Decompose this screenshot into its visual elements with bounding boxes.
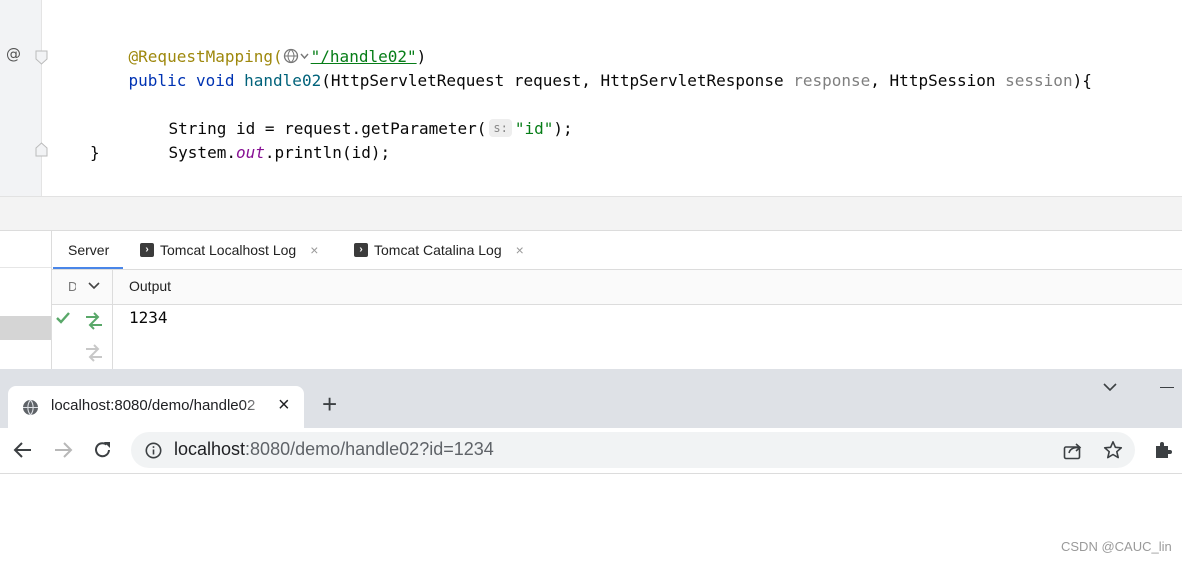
console-icon: › [140, 243, 154, 257]
code-editor[interactable]: @ @RequestMapping("/handle02") public vo… [0, 0, 1182, 196]
tab-label: Server [68, 242, 110, 258]
url-path: :8080/demo/handle02?id=1234 [245, 439, 494, 459]
static-field-out: out [235, 143, 265, 162]
string-literal: "id" [514, 119, 554, 138]
chevron-down-icon[interactable] [87, 281, 101, 291]
share-icon[interactable] [1063, 441, 1083, 460]
bookmark-star-icon[interactable] [1103, 440, 1123, 460]
params-tail: ){ [1072, 71, 1092, 90]
browser-toolbar: localhost:8080/demo/handle02?id=1234 [0, 428, 1182, 474]
close-icon[interactable]: × [310, 231, 318, 269]
new-tab-button[interactable]: + [322, 389, 337, 420]
tree-row-selected[interactable] [0, 316, 51, 340]
url-text: localhost:8080/demo/handle02?id=1234 [174, 439, 494, 460]
minimize-button[interactable] [1160, 387, 1174, 388]
extensions-puzzle-icon[interactable] [1153, 440, 1173, 460]
keyword-public: public [128, 71, 187, 90]
globe-icon [23, 399, 38, 416]
undeploy-icon[interactable] [84, 343, 104, 363]
browser-tab-active[interactable]: localhost:8080/demo/handle02 × [8, 386, 304, 428]
tab-label: Tomcat Catalina Log [374, 242, 502, 258]
output-value: 1234 [129, 308, 168, 327]
address-bar[interactable]: localhost:8080/demo/handle02?id=1234 [131, 432, 1135, 468]
services-tree [0, 231, 52, 371]
site-info-icon[interactable] [145, 442, 162, 459]
browser-window: localhost:8080/demo/handle02 × + localho… [0, 369, 1182, 562]
browser-tab-strip: localhost:8080/demo/handle02 × + [0, 369, 1182, 428]
tab-tomcat-localhost-log[interactable]: › Tomcat Localhost Log × [140, 231, 318, 269]
console-icon: › [354, 243, 368, 257]
params-text-2: , HttpSession [870, 71, 1006, 90]
deploy-icon[interactable] [84, 311, 104, 331]
close-tab-icon[interactable]: × [278, 394, 290, 417]
output-column-header: Output [129, 278, 172, 294]
tab-server[interactable]: Server [68, 231, 109, 269]
tab-tomcat-catalina-log[interactable]: › Tomcat Catalina Log × [354, 231, 524, 269]
url-host: localhost [174, 439, 246, 459]
column-d-label: D [68, 279, 76, 294]
statement-end: ); [553, 119, 573, 138]
code-line-6: } [90, 143, 100, 162]
watermark: CSDN @CAUC_lin [1061, 539, 1172, 554]
override-marker-icon[interactable]: @ [6, 45, 21, 63]
params-text: (HttpServletRequest request, HttpServlet… [321, 71, 794, 90]
param-name-hint: s: [489, 119, 512, 137]
keyword-void: void [195, 71, 235, 90]
browser-tab-title: localhost:8080/demo/handle02 [51, 397, 256, 414]
unused-param-session: session [1005, 71, 1073, 90]
unused-param-response: response [793, 71, 871, 90]
editor-gutter: @ [0, 0, 48, 196]
output-header-row [52, 269, 1182, 305]
tree-row-top[interactable] [0, 231, 51, 268]
forward-arrow-icon[interactable] [53, 441, 73, 459]
method-name: handle02 [244, 71, 322, 90]
tool-window-divider [0, 196, 1182, 231]
code-line-5: System.out.println(id); [130, 117, 391, 189]
close-icon[interactable]: × [516, 231, 524, 269]
tab-search-chevron-icon[interactable] [1102, 382, 1118, 394]
check-icon [56, 312, 70, 324]
fold-icon[interactable] [35, 50, 48, 65]
back-arrow-icon[interactable] [13, 441, 33, 459]
reload-icon[interactable] [93, 440, 113, 460]
statement-end: .println(id); [264, 143, 391, 162]
services-panel: Server › Tomcat Localhost Log × › Tomcat… [0, 230, 1182, 371]
tab-label: Tomcat Localhost Log [160, 242, 297, 258]
fold-end-icon[interactable] [35, 142, 48, 157]
statement-text: System. [168, 143, 236, 162]
